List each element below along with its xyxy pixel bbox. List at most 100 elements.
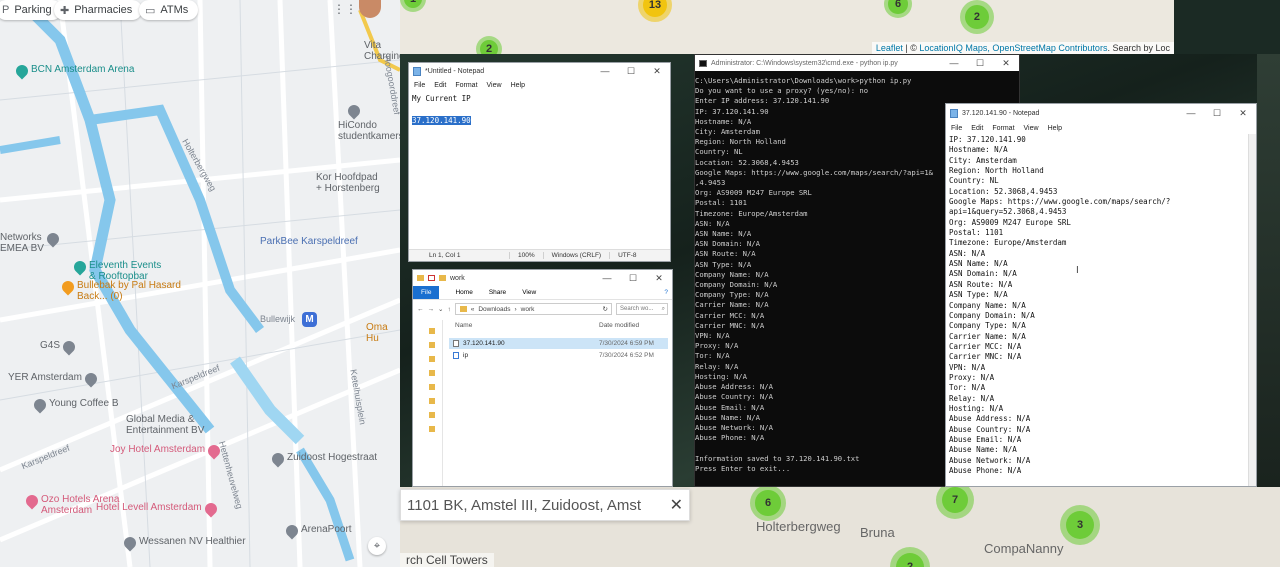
- maximize-button[interactable]: ☐: [618, 66, 644, 77]
- map-pin-icon: [82, 370, 100, 388]
- menu-help[interactable]: Help: [511, 82, 525, 89]
- map-cluster[interactable]: 2: [476, 36, 502, 54]
- chip-atms[interactable]: ▭ ATMs: [139, 0, 199, 20]
- map-cluster[interactable]: 2: [890, 547, 930, 567]
- map-cluster[interactable]: 7: [936, 487, 974, 519]
- minimize-button[interactable]: —: [941, 58, 967, 69]
- nav-item-icon[interactable]: [429, 356, 435, 362]
- search-input[interactable]: Search wo... ⌕: [616, 303, 668, 315]
- map-cluster[interactable]: 13: [638, 0, 672, 22]
- forward-arrow-icon[interactable]: →: [428, 306, 435, 313]
- column-date-modified[interactable]: Date modified: [599, 322, 639, 329]
- file-explorer-window[interactable]: work — ☐ ✕ File Home Share View ? ← → ⌄ …: [412, 269, 673, 487]
- titlebar[interactable]: work — ☐ ✕: [413, 270, 672, 286]
- poi-wessanen[interactable]: Wessanen NV Healthier: [121, 534, 246, 552]
- text-area[interactable]: IP: 37.120.141.90 Hostname: N/A City: Amst…: [946, 134, 1248, 486]
- chip-pharmacies[interactable]: ✚ Pharmacies: [54, 0, 143, 20]
- left-map-panel[interactable]: P Parking ✚ Pharmacies ▭ ATMs ⋮⋮⋮ BCN Am…: [0, 0, 400, 567]
- providers-link[interactable]: LocationIQ Maps, OpenStreetMap Contribut…: [919, 43, 1107, 53]
- notepad-untitled-window[interactable]: *Untitled - Notepad — ☐ ✕ File Edit Form…: [408, 62, 671, 262]
- close-button[interactable]: ✕: [646, 273, 672, 284]
- file-row[interactable]: 37.120.141.90 7/30/2024 6:59 PM: [449, 338, 668, 349]
- up-arrow-icon[interactable]: ↑: [447, 306, 450, 313]
- menu-file[interactable]: File: [951, 125, 962, 132]
- text-area[interactable]: My Current IP 37.120.141.90: [409, 91, 670, 249]
- map-cluster[interactable]: 2: [960, 0, 994, 34]
- tab-file[interactable]: File: [413, 286, 440, 299]
- minimize-button[interactable]: —: [592, 66, 618, 77]
- back-arrow-icon[interactable]: ←: [417, 306, 424, 313]
- metro-station-icon[interactable]: M: [302, 312, 317, 327]
- breadcrumb-downloads[interactable]: Downloads: [478, 306, 510, 313]
- poi-arenapoort[interactable]: ArenaPoort: [283, 522, 352, 540]
- vertical-scrollbar[interactable]: [1248, 134, 1256, 486]
- menu-file[interactable]: File: [414, 82, 425, 89]
- poi-hotel-levell[interactable]: Hotel Levell Amsterdam: [96, 500, 220, 518]
- menu-view[interactable]: View: [1024, 125, 1039, 132]
- poi-networks-emea[interactable]: Networks EMEA BV: [0, 230, 62, 254]
- poi-young-coffee[interactable]: Young Coffee B: [31, 396, 119, 414]
- menu-edit[interactable]: Edit: [971, 125, 983, 132]
- map-cluster[interactable]: 3: [1060, 505, 1100, 545]
- nav-item-icon[interactable]: [429, 328, 435, 334]
- address-bar[interactable]: « Downloads › work ↻: [454, 303, 612, 315]
- poi-g4s[interactable]: G4S: [40, 338, 78, 356]
- navigation-pane[interactable]: [413, 320, 443, 486]
- file-row[interactable]: ip 7/30/2024 6:52 PM: [449, 350, 668, 361]
- top-map-panel[interactable]: 1 13 2 6 2 Leaflet | © LocationIQ Maps, …: [400, 0, 1174, 54]
- text-line: Abuse Country: N/A: [949, 424, 1031, 434]
- maximize-button[interactable]: ☐: [620, 273, 646, 284]
- titlebar[interactable]: 37.120.141.90 - Notepad — ☐ ✕: [946, 104, 1256, 122]
- notepad-ip-file-window[interactable]: 37.120.141.90 - Notepad — ☐ ✕ File Edit …: [945, 103, 1257, 487]
- poi-eleventh-events[interactable]: Eleventh Events & Rooftopbar: [71, 258, 161, 282]
- poi-global-media[interactable]: Global Media & Entertainment BV: [126, 414, 204, 436]
- chip-parking[interactable]: P Parking: [0, 0, 62, 20]
- selected-ip-text[interactable]: 37.120.141.90: [412, 116, 471, 125]
- my-location-button[interactable]: ⌖: [368, 537, 386, 555]
- maximize-button[interactable]: ☐: [1204, 108, 1230, 119]
- poi-bcn-arena[interactable]: BCN Amsterdam Arena: [13, 62, 134, 80]
- nav-item-icon[interactable]: [429, 384, 435, 390]
- menu-format[interactable]: Format: [455, 82, 477, 89]
- menu-help[interactable]: Help: [1048, 125, 1062, 132]
- help-icon[interactable]: ?: [664, 289, 668, 296]
- tab-share[interactable]: Share: [489, 289, 506, 296]
- nav-item-icon[interactable]: [429, 412, 435, 418]
- map-cluster[interactable]: 6: [884, 0, 912, 18]
- poi-oma[interactable]: Oma Hu: [366, 322, 400, 344]
- close-button[interactable]: ✕: [993, 58, 1019, 69]
- leaflet-link[interactable]: Leaflet: [876, 43, 903, 53]
- address-search-box[interactable]: 1101 BK, Amstel III, Zuidoost, Amst ✕: [400, 489, 690, 521]
- poi-zuidoost[interactable]: Zuidoost Hogestraat: [269, 450, 377, 468]
- minimize-button[interactable]: —: [1178, 108, 1204, 119]
- tab-view[interactable]: View: [522, 289, 536, 296]
- minimize-button[interactable]: —: [594, 273, 620, 284]
- poi-kor-hoofdpad[interactable]: Kor Hoofdpad + Horstenberg: [316, 172, 380, 194]
- search-cell-towers-button[interactable]: rch Cell Towers: [400, 553, 494, 567]
- poi-bullebak[interactable]: Bullebak by Pal Hasard Back... (0): [59, 278, 181, 302]
- map-cluster[interactable]: 6: [750, 487, 786, 521]
- map-pin-icon: [44, 230, 62, 248]
- titlebar[interactable]: *Untitled - Notepad — ☐ ✕: [409, 63, 670, 79]
- maximize-button[interactable]: ☐: [967, 58, 993, 69]
- breadcrumb-work[interactable]: work: [521, 306, 535, 313]
- poi-joy-hotel[interactable]: Joy Hotel Amsterdam: [110, 442, 223, 460]
- refresh-icon[interactable]: ↻: [603, 305, 608, 313]
- close-button[interactable]: ✕: [644, 66, 670, 77]
- menu-edit[interactable]: Edit: [434, 82, 446, 89]
- poi-parkbee[interactable]: ParkBee Karspeldreef: [260, 236, 358, 247]
- clear-icon[interactable]: ✕: [670, 495, 683, 515]
- column-name[interactable]: Name: [449, 322, 599, 329]
- nav-item-icon[interactable]: [429, 342, 435, 348]
- nav-item-icon[interactable]: [429, 426, 435, 432]
- tab-home[interactable]: Home: [455, 289, 472, 296]
- nav-item-icon[interactable]: [429, 398, 435, 404]
- menu-format[interactable]: Format: [992, 125, 1014, 132]
- chevron-down-icon[interactable]: ⌄: [438, 305, 443, 313]
- close-button[interactable]: ✕: [1230, 108, 1256, 119]
- poi-yer[interactable]: YER Amsterdam: [8, 370, 100, 388]
- map-cluster[interactable]: 1: [400, 0, 426, 12]
- titlebar[interactable]: Administrator: C:\Windows\system32\cmd.e…: [695, 55, 1019, 71]
- menu-view[interactable]: View: [487, 82, 502, 89]
- nav-item-icon[interactable]: [429, 370, 435, 376]
